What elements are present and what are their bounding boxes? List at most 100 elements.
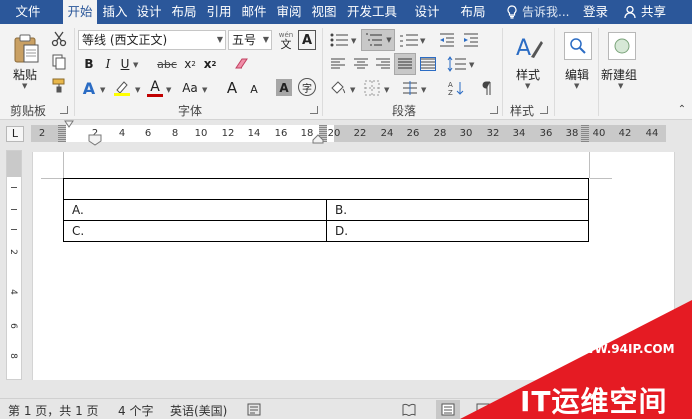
styles-launcher-icon[interactable] (540, 106, 548, 114)
text-effects-button[interactable]: A (81, 78, 97, 98)
bullets-icon[interactable] (328, 30, 350, 50)
multilevel-list-icon[interactable]: ▼ (361, 29, 395, 51)
macro-record-icon[interactable] (247, 403, 261, 416)
underline-dropdown-icon[interactable]: ▼ (133, 61, 138, 69)
cut-icon[interactable] (50, 30, 68, 48)
page-count[interactable]: 第 1 页，共 1 页 (8, 402, 99, 419)
tab-layout[interactable]: 布局 (168, 0, 200, 24)
table-cell[interactable]: C. (63, 220, 327, 242)
bold-button[interactable]: B (81, 55, 97, 73)
new-group-icon[interactable] (608, 32, 636, 60)
table-cell[interactable]: D. (326, 220, 589, 242)
tab-references[interactable]: 引用 (203, 0, 235, 24)
paste-dropdown-icon[interactable]: ▼ (22, 82, 27, 90)
styles-label[interactable]: 样式 (516, 66, 540, 83)
numbering-dropdown-icon[interactable]: ▼ (420, 37, 425, 45)
highlight-icon[interactable] (112, 78, 132, 98)
distributed-icon[interactable] (418, 54, 438, 74)
paste-label[interactable]: 粘贴 (13, 66, 37, 83)
first-line-indent-icon[interactable] (64, 120, 74, 128)
sort-icon[interactable]: AZ (446, 78, 466, 98)
chinese-layout-icon[interactable] (400, 78, 420, 98)
tab-home[interactable]: 开始 (63, 0, 97, 24)
line-spacing-dropdown-icon[interactable]: ▼ (469, 61, 474, 69)
subscript-button[interactable]: x2 (182, 55, 198, 73)
tab-developer[interactable]: 开发工具 (343, 0, 401, 24)
align-left-icon[interactable] (328, 54, 348, 74)
character-shading-button[interactable]: A (276, 79, 292, 96)
right-indent-icon[interactable] (312, 134, 324, 144)
format-painter-icon[interactable] (50, 76, 68, 94)
table-cell[interactable] (63, 178, 589, 200)
enclose-characters-button[interactable]: 字 (298, 78, 316, 96)
font-color-button[interactable]: A (146, 78, 164, 98)
justify-icon[interactable] (394, 53, 416, 75)
change-case-dropdown-icon[interactable]: ▼ (202, 86, 207, 94)
highlight-dropdown-icon[interactable]: ▼ (135, 86, 140, 94)
indent-marker-icon[interactable] (88, 134, 102, 146)
column-marker[interactable] (581, 125, 589, 142)
character-border-button[interactable]: A (298, 30, 316, 50)
line-spacing-icon[interactable] (446, 54, 468, 74)
font-launcher-icon[interactable] (310, 106, 318, 114)
share-button[interactable]: 共享 (618, 0, 692, 24)
tab-design[interactable]: 设计 (133, 0, 165, 24)
paragraph-launcher-icon[interactable] (490, 106, 498, 114)
new-group-label[interactable]: 新建组 (601, 66, 637, 83)
underline-button[interactable]: U (118, 55, 132, 73)
group-divider (322, 28, 323, 116)
numbering-icon[interactable] (398, 30, 420, 50)
editing-dropdown-icon[interactable]: ▼ (574, 82, 579, 90)
styles-dropdown-icon[interactable]: ▼ (525, 82, 530, 90)
borders-icon[interactable] (362, 78, 382, 98)
font-color-dropdown-icon[interactable]: ▼ (166, 86, 171, 94)
editing-label[interactable]: 编辑 (565, 66, 589, 83)
strikethrough-button[interactable]: abc (156, 55, 178, 73)
borders-dropdown-icon[interactable]: ▼ (384, 86, 389, 94)
clipboard-launcher-icon[interactable] (60, 106, 68, 114)
language[interactable]: 英语(美国) (170, 402, 227, 419)
clear-formatting-icon[interactable] (232, 55, 252, 73)
font-name-combo[interactable]: 等线 (西文正文) ▼ (78, 30, 226, 50)
align-center-icon[interactable] (351, 54, 371, 74)
decrease-indent-icon[interactable] (437, 30, 457, 50)
bullets-dropdown-icon[interactable]: ▼ (351, 37, 356, 45)
table-cell[interactable]: B. (326, 199, 589, 221)
tab-review[interactable]: 审阅 (273, 0, 305, 24)
word-count[interactable]: 4 个字 (118, 402, 153, 419)
text-effects-dropdown-icon[interactable]: ▼ (100, 86, 105, 94)
collapse-ribbon-icon[interactable]: ⌃ (676, 104, 688, 115)
tab-mailings[interactable]: 邮件 (238, 0, 270, 24)
read-mode-icon[interactable] (402, 403, 416, 416)
ruler-number: 2 (38, 128, 46, 139)
italic-button[interactable]: I (101, 55, 115, 73)
login-button[interactable]: 登录 (583, 0, 608, 24)
tab-selector[interactable]: L (6, 126, 24, 142)
table-cell[interactable]: A. (63, 199, 327, 221)
chinese-layout-dropdown-icon[interactable]: ▼ (421, 86, 426, 94)
tab-table-design[interactable]: 设计 (410, 0, 444, 24)
show-marks-icon[interactable] (478, 78, 496, 98)
font-size-combo[interactable]: 五号 ▼ (228, 30, 272, 50)
document-table[interactable]: A. B. C. D. (63, 178, 589, 242)
grow-font-button[interactable]: A (224, 78, 240, 98)
search-icon[interactable] (564, 32, 592, 60)
phonetic-guide-button[interactable]: wén 文 (276, 29, 296, 51)
tab-file[interactable]: 文件 (10, 0, 46, 24)
new-group-dropdown-icon[interactable]: ▼ (618, 82, 623, 90)
copy-icon[interactable] (50, 53, 68, 71)
shading-icon[interactable] (328, 78, 348, 98)
paste-icon[interactable] (10, 32, 42, 66)
align-right-icon[interactable] (373, 54, 393, 74)
styles-icon[interactable]: A (513, 32, 545, 64)
vruler-tick (11, 229, 17, 230)
increase-indent-icon[interactable] (461, 30, 481, 50)
superscript-button[interactable]: x2 (202, 55, 218, 73)
shrink-font-button[interactable]: A (246, 80, 262, 98)
tab-view[interactable]: 视图 (308, 0, 340, 24)
tab-table-layout[interactable]: 布局 (456, 0, 490, 24)
change-case-button[interactable]: Aa (180, 78, 200, 98)
shading-dropdown-icon[interactable]: ▼ (350, 86, 355, 94)
tab-insert[interactable]: 插入 (99, 0, 131, 24)
tell-me-box[interactable]: 告诉我... (506, 0, 569, 24)
